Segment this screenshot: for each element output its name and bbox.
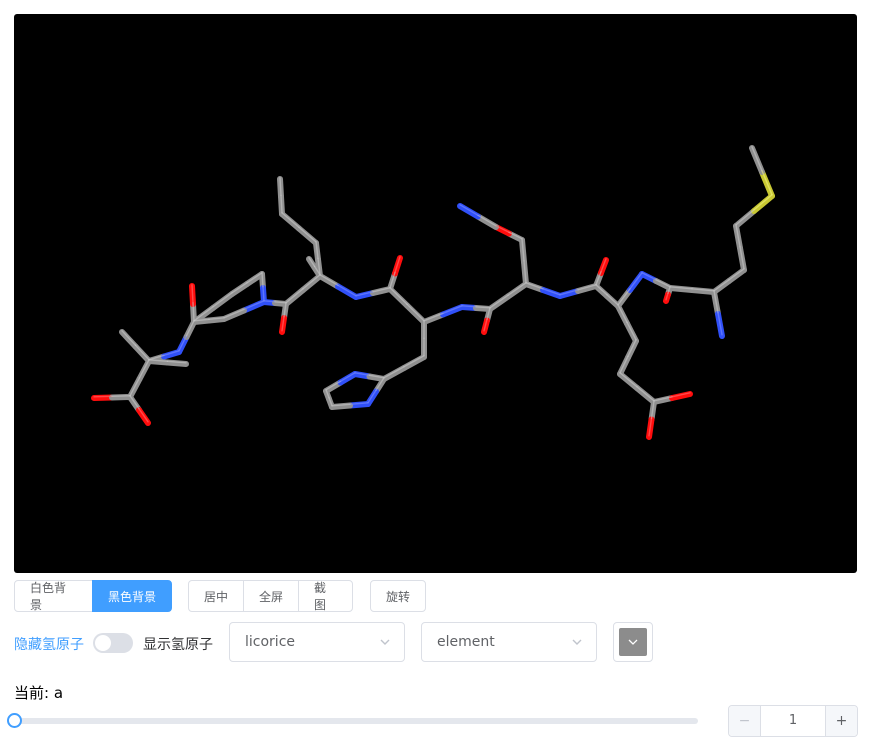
bond xyxy=(440,304,465,318)
bond xyxy=(296,225,319,246)
current-chain-label: 当前: a xyxy=(14,684,64,702)
black-background-button[interactable]: 黑色背景 xyxy=(92,580,172,612)
bond xyxy=(387,286,410,309)
bond xyxy=(475,213,499,230)
screenshot-button[interactable]: 截图 xyxy=(298,580,353,612)
bond xyxy=(317,273,341,290)
fullscreen-button[interactable]: 全屏 xyxy=(243,580,299,612)
color-picker-button[interactable] xyxy=(613,622,653,662)
white-background-button[interactable]: 白色背景 xyxy=(14,580,93,612)
bond-highlight xyxy=(735,209,755,226)
bond-highlight xyxy=(93,395,113,398)
show-hydrogen-label[interactable]: 显示氢原子 xyxy=(143,634,213,654)
bond-highlight xyxy=(274,301,287,304)
rotate-button-group: 旋转 xyxy=(370,580,426,612)
molecule-structure[interactable] xyxy=(14,14,857,573)
bond-highlight xyxy=(389,287,408,305)
bond-highlight xyxy=(279,177,282,197)
bond-highlight xyxy=(191,284,194,304)
bond xyxy=(404,302,427,325)
background-button-group: 白色背景 黑色背景 xyxy=(14,580,172,612)
rotate-button[interactable]: 旋转 xyxy=(370,580,426,612)
bond xyxy=(487,293,511,312)
bond xyxy=(457,203,481,220)
slider-track xyxy=(14,718,698,724)
hydrogen-toggle-switch[interactable] xyxy=(93,633,133,653)
bond-group xyxy=(91,145,775,440)
stepper-value[interactable]: 1 xyxy=(761,713,825,728)
chevron-down-icon xyxy=(380,639,390,645)
bond xyxy=(401,354,427,371)
bond-highlight xyxy=(261,272,264,288)
molecule-viewer[interactable] xyxy=(14,14,857,573)
slider-handle[interactable] xyxy=(7,713,22,728)
center-button[interactable]: 居中 xyxy=(188,580,244,612)
color-swatch xyxy=(619,628,647,656)
bond-highlight xyxy=(262,286,265,302)
bond-highlight xyxy=(111,395,131,397)
bond xyxy=(283,287,306,307)
hide-hydrogen-label[interactable]: 隐藏氢原子 xyxy=(14,634,84,654)
bond xyxy=(634,385,657,405)
bond xyxy=(210,291,235,311)
bond-highlight xyxy=(475,306,491,309)
model-slider[interactable] xyxy=(7,712,698,728)
bond-highlight xyxy=(263,300,276,303)
bond-highlight xyxy=(280,194,283,214)
bond xyxy=(241,299,267,314)
representation-select-value: licorice xyxy=(245,634,295,650)
decrement-button[interactable]: − xyxy=(729,706,761,736)
bond xyxy=(300,273,323,293)
bond xyxy=(221,307,247,322)
bond xyxy=(279,211,302,232)
bond-highlight xyxy=(406,303,425,322)
bond xyxy=(119,329,139,350)
view-button-group: 居中 全屏 截图 xyxy=(188,580,353,612)
color-scheme-select-value: element xyxy=(437,634,495,650)
bond xyxy=(505,281,529,300)
model-stepper[interactable]: − 1 + xyxy=(728,705,858,737)
bond-highlight xyxy=(192,302,195,322)
chevron-down-icon xyxy=(572,639,582,645)
bond xyxy=(335,283,359,300)
representation-select[interactable]: licorice xyxy=(229,622,405,662)
chevron-down-icon xyxy=(628,639,638,645)
bond-highlight xyxy=(753,194,773,211)
color-scheme-select[interactable]: element xyxy=(421,622,597,662)
switch-knob xyxy=(95,635,111,651)
bond-highlight xyxy=(461,305,477,308)
increment-button[interactable]: + xyxy=(825,706,857,736)
bond xyxy=(421,311,446,325)
bond xyxy=(381,365,407,382)
bond xyxy=(751,193,775,214)
bond xyxy=(733,208,757,229)
bond xyxy=(617,371,640,391)
